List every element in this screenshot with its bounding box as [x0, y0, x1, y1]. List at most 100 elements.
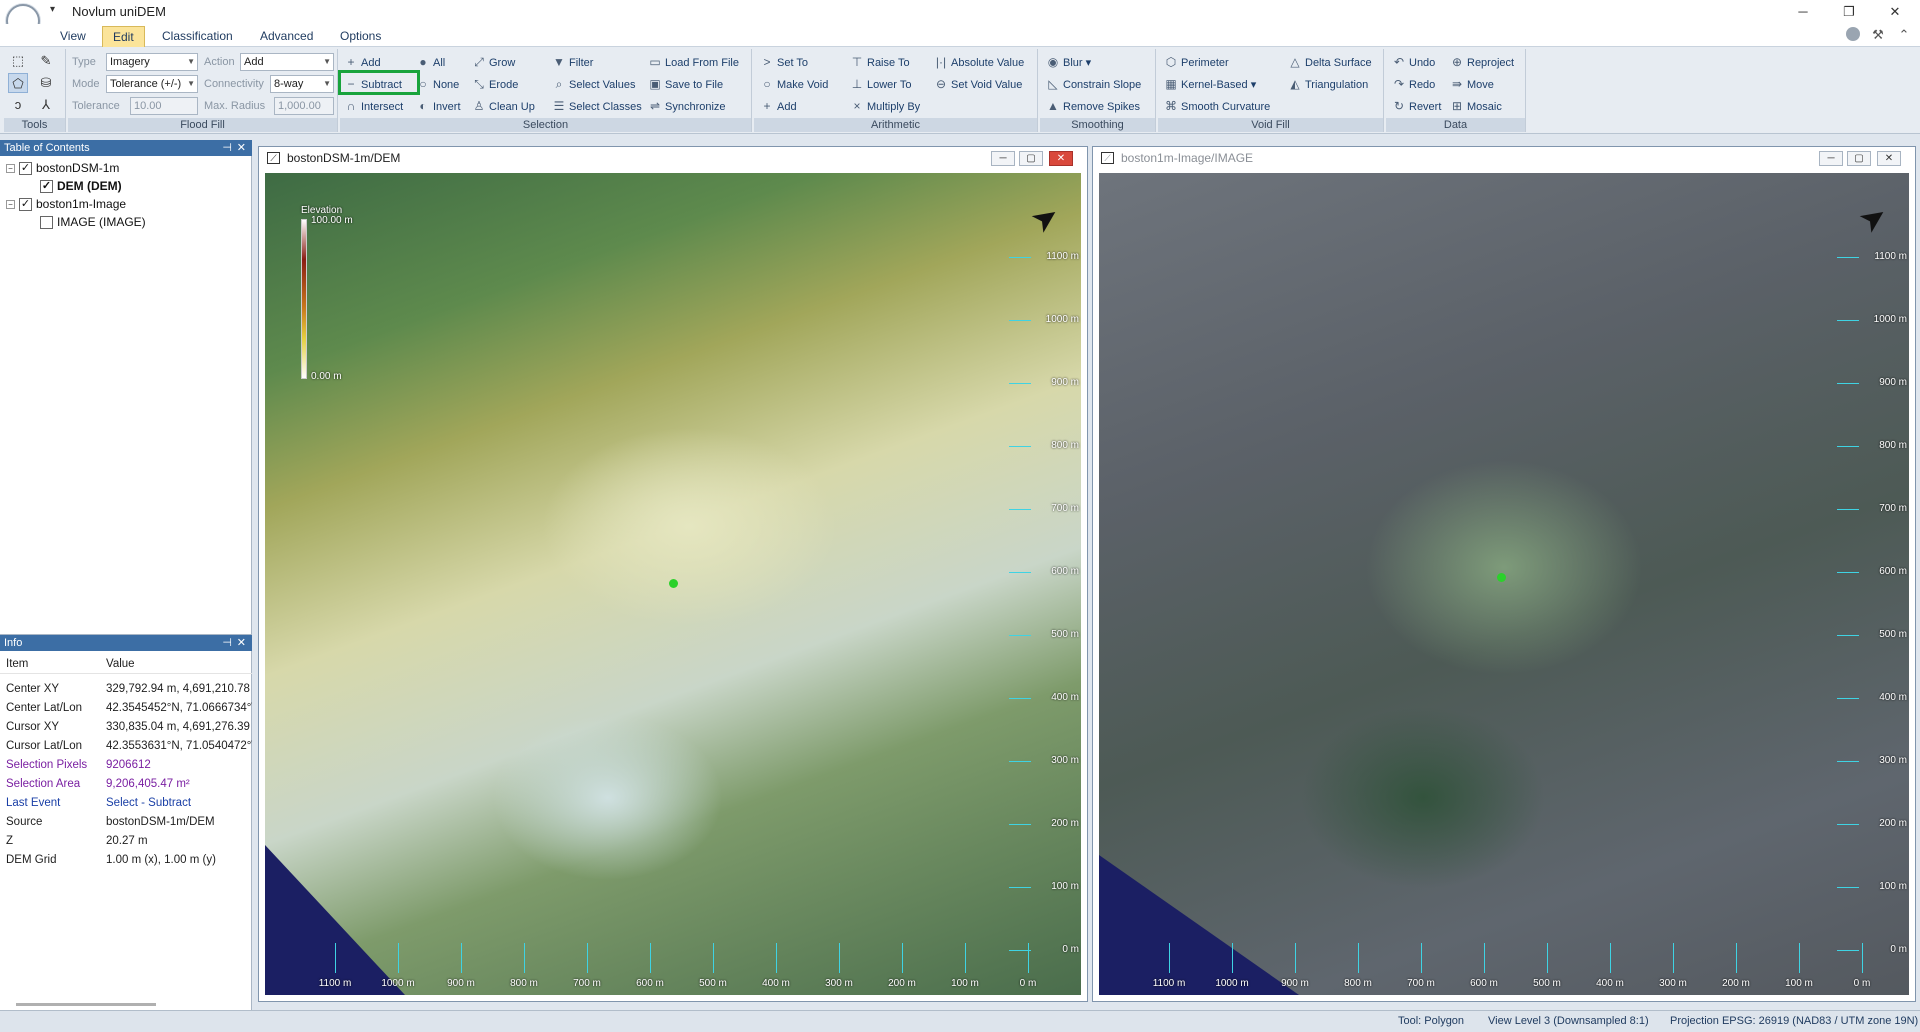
- maximize-icon[interactable]: ▢: [1847, 151, 1871, 166]
- pin-icon[interactable]: ⊣: [222, 140, 232, 156]
- selection-intersect-button[interactable]: ∩ Intersect: [344, 97, 404, 115]
- clean-up-button[interactable]: ♙ Clean Up: [472, 97, 535, 115]
- pick-tool-icon[interactable]: ⅄: [36, 95, 56, 115]
- tab-advanced[interactable]: Advanced: [250, 26, 323, 47]
- image-window-title: boston1m-Image/IMAGE: [1121, 151, 1254, 165]
- triangulation-button[interactable]: ◭ Triangulation: [1288, 75, 1368, 93]
- select-classes-button[interactable]: ☰ Select Classes: [552, 97, 642, 115]
- close-icon[interactable]: ✕: [1872, 0, 1918, 24]
- checkbox-checked-icon[interactable]: ✓: [40, 180, 53, 194]
- type-dropdown[interactable]: Imagery ▼: [106, 53, 198, 71]
- select-none-button[interactable]: ○ None: [416, 75, 459, 93]
- lasso-icon[interactable]: ↄ: [8, 95, 28, 115]
- synchronize-button[interactable]: ⇌ Synchronize: [648, 97, 726, 115]
- smooth-curvature-button[interactable]: ⌘ Smooth Curvature: [1164, 97, 1270, 115]
- status-circle-icon: [1846, 27, 1860, 41]
- scale-tick: 100 m: [935, 943, 995, 989]
- select-all-button[interactable]: ● All: [416, 53, 445, 71]
- tab-options[interactable]: Options: [330, 26, 391, 47]
- maximize-icon[interactable]: ▢: [1019, 151, 1043, 166]
- kernel-based-button[interactable]: ▦ Kernel-Based ▾: [1164, 75, 1256, 93]
- mode-dropdown[interactable]: Tolerance (+/-) ▼: [106, 75, 198, 93]
- connectivity-dropdown[interactable]: 8-way ▼: [270, 75, 334, 93]
- collapse-icon[interactable]: −: [6, 200, 15, 210]
- info-key: Center XY: [6, 683, 60, 695]
- toc-item-image[interactable]: IMAGE (IMAGE): [40, 213, 146, 231]
- set-to-button[interactable]: > Set To: [760, 53, 808, 71]
- pencil-icon[interactable]: ✎: [36, 51, 56, 71]
- set-void-value-button[interactable]: ⊖ Set Void Value: [934, 75, 1022, 93]
- move-button[interactable]: ⇛ Move: [1450, 75, 1494, 93]
- close-icon[interactable]: ✕: [1877, 151, 1901, 166]
- collapse-icon[interactable]: −: [6, 164, 15, 174]
- lower-to-button[interactable]: ⊥ Lower To: [850, 75, 912, 93]
- tools-icon[interactable]: ⚒: [1870, 27, 1886, 43]
- half-circle-icon: ◐: [419, 99, 427, 113]
- perimeter-button[interactable]: ⬡ Perimeter: [1164, 53, 1229, 71]
- blur-button[interactable]: ◉ Blur ▾: [1046, 53, 1091, 71]
- ribbon: ⬚ ✎ ⬠ ⛁ ↄ ⅄ Tools Type Imagery ▼ Mode Tol…: [0, 47, 1920, 134]
- toc-item-dem[interactable]: ✓ DEM (DEM): [40, 177, 122, 195]
- toc-item-bostondsm[interactable]: − ✓ bostonDSM-1m: [6, 159, 119, 177]
- pin-icon[interactable]: ⊣: [222, 635, 232, 651]
- close-icon[interactable]: ✕: [237, 635, 246, 651]
- rectangle-select-icon[interactable]: ⬚: [8, 51, 28, 71]
- minimize-icon[interactable]: ─: [1819, 151, 1843, 166]
- paint-bucket-icon[interactable]: ⛁: [36, 73, 56, 93]
- scale-tick: 1100 m: [1139, 943, 1199, 989]
- scale-tick: 700 m: [1391, 943, 1451, 989]
- erode-button[interactable]: ⤡ Erode: [472, 75, 518, 93]
- list-icon: ☰: [553, 99, 565, 113]
- selection-add-button[interactable]: + Add: [344, 53, 380, 71]
- info-row-z: Z 20.27 m: [0, 832, 252, 851]
- checkbox-checked-icon[interactable]: ✓: [19, 162, 32, 176]
- mosaic-button[interactable]: ⊞ Mosaic: [1450, 97, 1502, 115]
- arithmetic-add-label: Add: [777, 101, 797, 113]
- reproject-button[interactable]: ⊕ Reproject: [1450, 53, 1514, 71]
- close-icon[interactable]: ✕: [237, 140, 246, 156]
- delta-surface-button[interactable]: △ Delta Surface: [1288, 53, 1371, 71]
- raise-to-button[interactable]: ⊤ Raise To: [850, 53, 910, 71]
- tab-view[interactable]: View: [50, 26, 96, 47]
- collapse-ribbon-icon[interactable]: ⌃: [1896, 27, 1912, 43]
- image-map-view[interactable]: ➤ 1100 m 1000 m 900 m 800 m 700 m 600 m …: [1099, 173, 1909, 995]
- select-invert-button[interactable]: ◐ Invert: [416, 97, 460, 115]
- save-to-file-button[interactable]: ▣ Save to File: [648, 75, 723, 93]
- select-values-button[interactable]: ⌕ Select Values: [552, 75, 636, 93]
- revert-button[interactable]: ↻ Revert: [1392, 97, 1441, 115]
- multiply-by-button[interactable]: × Multiply By: [850, 97, 920, 115]
- max-radius-input[interactable]: 1,000.00 m: [274, 97, 334, 127]
- horizontal-scrollbar[interactable]: [16, 1003, 156, 1006]
- remove-spikes-label: Remove Spikes: [1063, 101, 1141, 113]
- checkbox-checked-icon[interactable]: ✓: [19, 198, 32, 212]
- constrain-slope-button[interactable]: ◺ Constrain Slope: [1046, 75, 1141, 93]
- grow-button[interactable]: ⤢ Grow: [472, 53, 515, 71]
- action-dropdown[interactable]: Add ▼: [240, 53, 334, 71]
- toc-item-label: DEM (DEM): [57, 179, 122, 193]
- tab-edit[interactable]: Edit: [102, 26, 145, 47]
- polygon-select-icon[interactable]: ⬠: [8, 73, 28, 93]
- filter-button[interactable]: ▼ Filter: [552, 53, 593, 71]
- arithmetic-add-button[interactable]: + Add: [760, 97, 797, 115]
- toc-item-boston-image[interactable]: − ✓ boston1m-Image: [6, 195, 126, 213]
- redo-icon: ↷: [1393, 77, 1405, 91]
- absolute-value-button[interactable]: |·| Absolute Value: [934, 53, 1024, 71]
- undo-button[interactable]: ↶ Undo: [1392, 53, 1435, 71]
- redo-button[interactable]: ↷ Redo: [1392, 75, 1435, 93]
- remove-spikes-button[interactable]: ▲ Remove Spikes: [1046, 97, 1140, 115]
- scale-tick: 400 m: [746, 943, 806, 989]
- triangulation-label: Triangulation: [1305, 79, 1369, 91]
- tab-classification[interactable]: Classification: [152, 26, 243, 47]
- scale-tick: 400 m: [1009, 692, 1079, 703]
- restore-icon[interactable]: ❐: [1826, 0, 1872, 24]
- tolerance-input[interactable]: 10.00: [130, 97, 198, 115]
- close-icon[interactable]: ✕: [1049, 151, 1073, 166]
- max-radius-label: Max. Radius: [204, 100, 266, 112]
- dem-map-view[interactable]: Elevation 100.00 m 0.00 m ➤ 1100 m 1000 …: [265, 173, 1081, 995]
- minimize-icon[interactable]: ─: [1780, 0, 1826, 24]
- checkbox-unchecked-icon[interactable]: [40, 216, 53, 230]
- quick-access-dropdown-icon[interactable]: ▾: [50, 4, 55, 15]
- minimize-icon[interactable]: ─: [991, 151, 1015, 166]
- load-from-file-button[interactable]: ▭ Load From File: [648, 53, 739, 71]
- make-void-button[interactable]: ○ Make Void: [760, 75, 828, 93]
